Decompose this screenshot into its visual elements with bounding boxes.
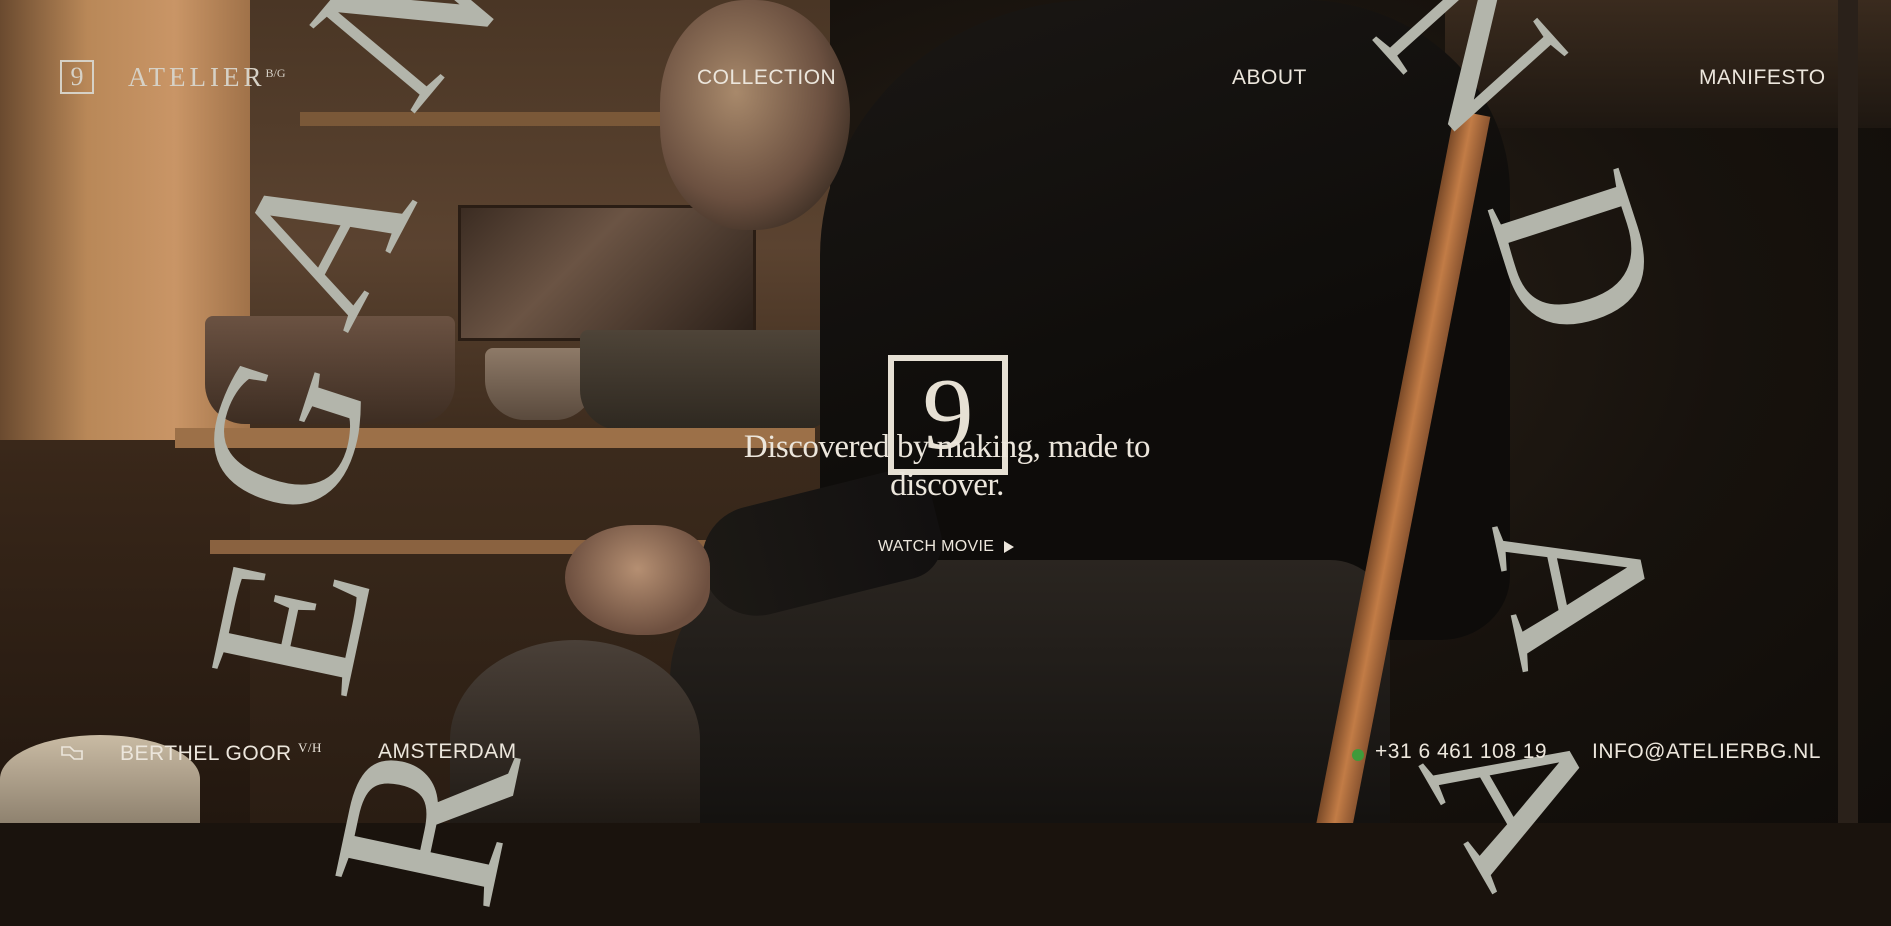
background-bowl xyxy=(580,330,840,430)
home-logo[interactable]: 9 ATELIERB/G xyxy=(60,60,286,94)
maker-name: BERTHEL GOOR V/H xyxy=(120,740,322,766)
brand-name: ATELIERB/G xyxy=(128,62,286,93)
phone-link[interactable]: +31 6 461 108 19 xyxy=(1375,740,1547,764)
flag-icon xyxy=(61,746,83,760)
nav-about-link[interactable]: ABOUT xyxy=(1232,66,1307,90)
brand-suffix: B/G xyxy=(265,65,286,80)
watch-movie-label: WATCH MOVIE xyxy=(878,538,995,555)
nav-collection-link[interactable]: COLLECTION xyxy=(697,66,836,90)
background-bowl xyxy=(485,348,595,420)
background-person-head xyxy=(660,0,850,230)
play-icon xyxy=(1004,541,1015,553)
nav-manifesto-link[interactable]: MANIFESTO xyxy=(1699,66,1826,90)
watch-movie-button[interactable]: WATCH MOVIE xyxy=(878,538,1015,556)
maker-name-text: BERTHEL GOOR xyxy=(120,742,292,765)
background-person-hands xyxy=(565,525,710,635)
city-label: AMSTERDAM xyxy=(378,740,517,763)
background-picture-frame xyxy=(458,205,756,341)
brand-name-text: ATELIER xyxy=(128,61,266,92)
background-post xyxy=(1838,0,1858,823)
email-link[interactable]: INFO@ATELIERBG.NL xyxy=(1592,740,1821,764)
maker-suffix: V/H xyxy=(298,740,322,755)
status-dot-icon xyxy=(1352,749,1364,761)
hero-headline: Discovered by making, made to discover. xyxy=(743,429,1151,503)
ring-9-mark-icon: 9 xyxy=(60,60,94,94)
